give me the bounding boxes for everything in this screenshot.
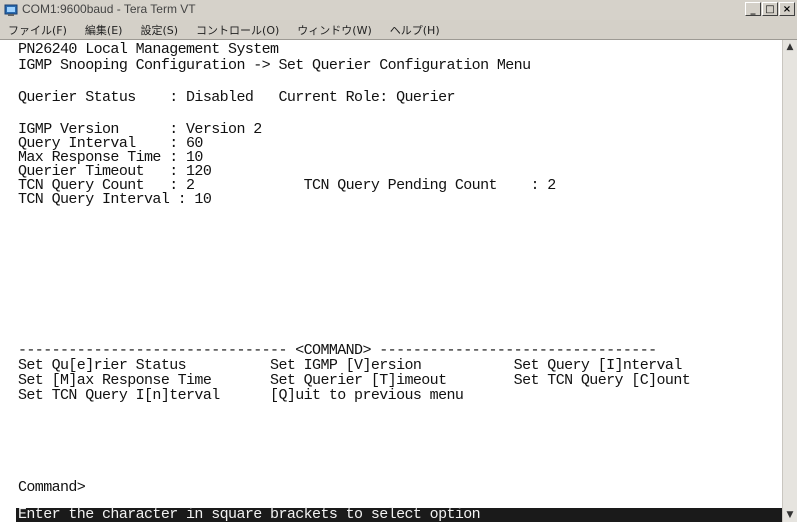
scroll-down-icon[interactable]: ▼ [785, 510, 795, 520]
menu-bar: ファイル(F) 編集(E) 設定(S) コントロール(O) ウィンドウ(W) ヘ… [0, 20, 797, 40]
menu-control[interactable]: コントロール(O) [196, 22, 279, 38]
setting-tcn-query-interval: TCN Query Interval : 10 [18, 191, 212, 208]
command-option-row: Set TCN Query I[n]terval [Q]uit to previ… [18, 387, 464, 404]
status-bar-text: Enter the character in square brackets t… [18, 506, 481, 523]
menu-window[interactable]: ウィンドウ(W) [297, 22, 371, 38]
maximize-button[interactable]: □ [762, 2, 778, 16]
menu-help[interactable]: ヘルプ(H) [390, 22, 440, 38]
menu-setup[interactable]: 設定(S) [140, 22, 178, 38]
window-controls: _ □ × [744, 2, 795, 18]
menu-file[interactable]: ファイル(F) [8, 22, 67, 38]
window-title: COM1:9600baud - Tera Term VT [22, 2, 196, 16]
terminal-margin [0, 40, 16, 522]
vertical-scrollbar[interactable]: ▲ ▼ [782, 40, 797, 522]
tera-term-app-icon [4, 4, 18, 16]
tera-term-window: COM1:9600baud - Tera Term VT _ □ × ファイル(… [0, 0, 797, 523]
querier-status-line: Querier Status : Disabled Current Role: … [18, 89, 455, 106]
close-button[interactable]: × [779, 2, 795, 16]
menu-edit[interactable]: 編集(E) [85, 22, 123, 38]
scroll-up-icon[interactable]: ▲ [785, 42, 795, 52]
system-name-header: PN26240 Local Management System [18, 41, 279, 58]
terminal-screen[interactable]: PN26240 Local Management System IGMP Sno… [16, 40, 782, 522]
status-bar: Enter the character in square brackets t… [16, 506, 782, 523]
command-prompt[interactable]: Command> [18, 480, 86, 496]
minimize-button[interactable]: _ [745, 2, 761, 16]
menu-breadcrumb-header: IGMP Snooping Configuration -> Set Queri… [18, 57, 531, 74]
title-bar[interactable]: COM1:9600baud - Tera Term VT _ □ × [0, 0, 797, 21]
